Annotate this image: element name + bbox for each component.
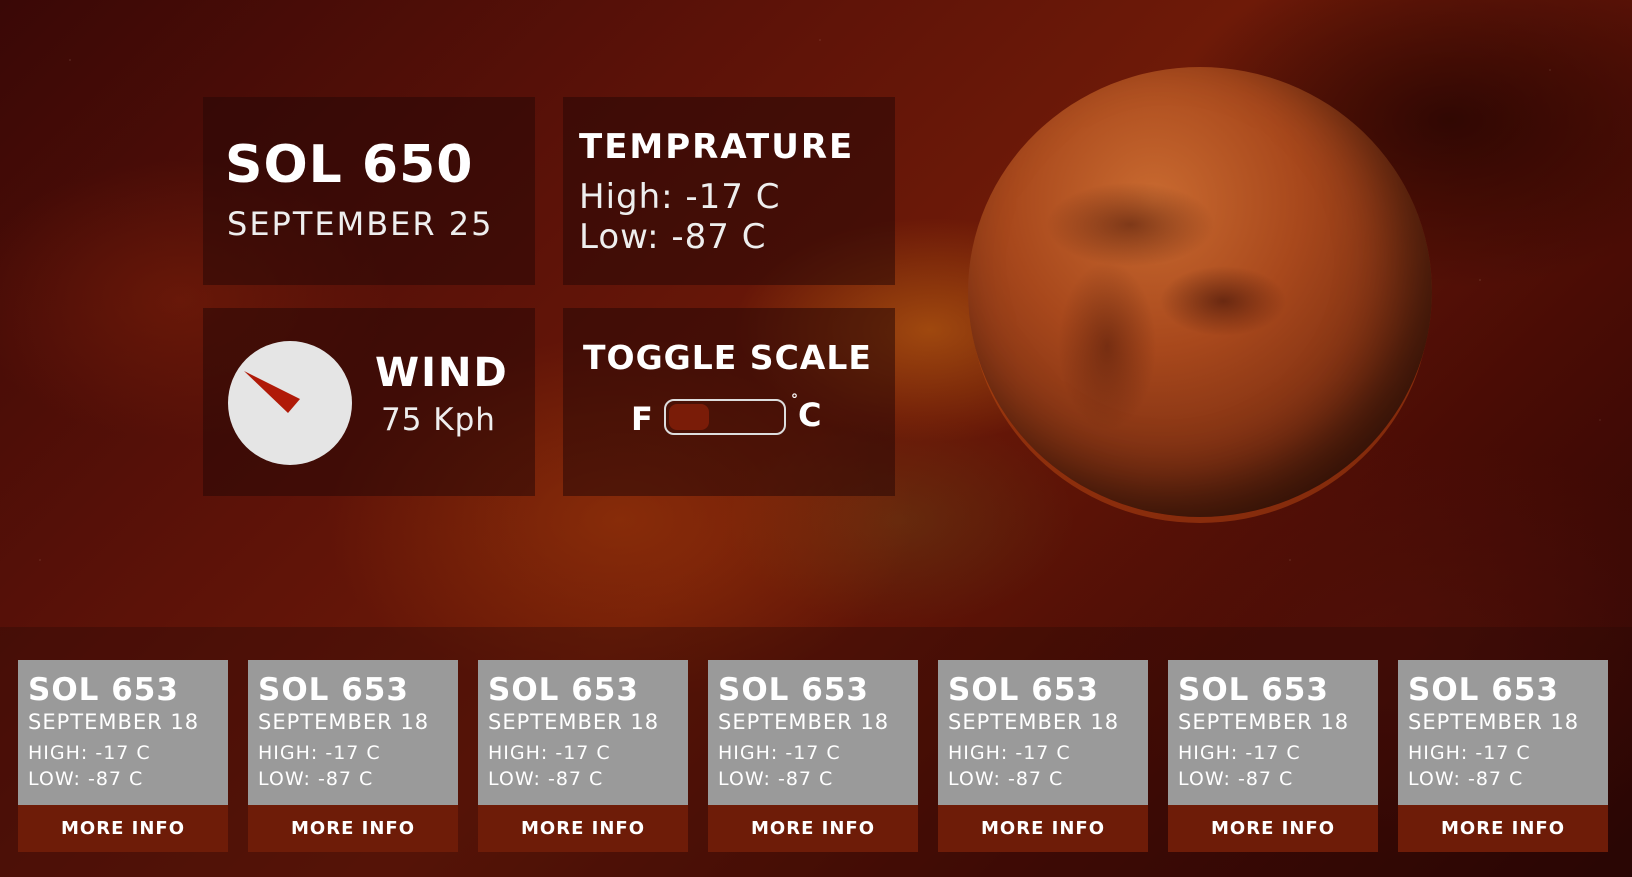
forecast-card: SOL 653 SEPTEMBER 18 HIGH: -17 C LOW: -8… (938, 660, 1148, 852)
temperature-scale-toggle[interactable] (664, 399, 786, 435)
forecast-card-body: SOL 653 SEPTEMBER 18 HIGH: -17 C LOW: -8… (1168, 660, 1378, 805)
forecast-high: HIGH: -17 C (488, 742, 611, 764)
forecast-high: HIGH: -17 C (718, 742, 841, 764)
forecast-sol: SOL 653 (1178, 672, 1329, 708)
forecast-sol: SOL 653 (1408, 672, 1559, 708)
more-info-button[interactable]: MORE INFO (708, 805, 918, 852)
forecast-date: SEPTEMBER 18 (948, 710, 1120, 734)
forecast-sol: SOL 653 (258, 672, 409, 708)
forecast-high: HIGH: -17 C (948, 742, 1071, 764)
forecast-sol: SOL 653 (718, 672, 869, 708)
forecast-low: LOW: -87 C (1178, 768, 1294, 790)
wind-panel: WIND 75 Kph (203, 308, 535, 496)
toggle-knob[interactable] (669, 404, 709, 430)
temperature-panel: TEMPRATURE High: -17 C Low: -87 C (563, 97, 895, 285)
forecast-low: LOW: -87 C (258, 768, 374, 790)
current-sol-date: SEPTEMBER 25 (227, 205, 494, 243)
forecast-card: SOL 653 SEPTEMBER 18 HIGH: -17 C LOW: -8… (1398, 660, 1608, 852)
temperature-low: Low: -87 C (579, 217, 767, 257)
forecast-date: SEPTEMBER 18 (488, 710, 660, 734)
mars-planet-image (968, 67, 1432, 517)
temperature-high: High: -17 C (579, 177, 781, 217)
forecast-low: LOW: -87 C (488, 768, 604, 790)
forecast-high: HIGH: -17 C (258, 742, 381, 764)
forecast-card: SOL 653 SEPTEMBER 18 HIGH: -17 C LOW: -8… (248, 660, 458, 852)
forecast-date: SEPTEMBER 18 (1178, 710, 1350, 734)
forecast-low: LOW: -87 C (28, 768, 144, 790)
more-info-button[interactable]: MORE INFO (938, 805, 1148, 852)
toggle-scale-panel: TOGGLE SCALE F °C (563, 308, 895, 496)
forecast-sol: SOL 653 (948, 672, 1099, 708)
forecast-date: SEPTEMBER 18 (28, 710, 200, 734)
toggle-scale-title: TOGGLE SCALE (583, 338, 872, 377)
forecast-card: SOL 653 SEPTEMBER 18 HIGH: -17 C LOW: -8… (478, 660, 688, 852)
more-info-button[interactable]: MORE INFO (248, 805, 458, 852)
current-sol-title: SOL 650 (225, 135, 474, 195)
forecast-date: SEPTEMBER 18 (718, 710, 890, 734)
forecast-date: SEPTEMBER 18 (258, 710, 430, 734)
forecast-card: SOL 653 SEPTEMBER 18 HIGH: -17 C LOW: -8… (1168, 660, 1378, 852)
temperature-title: TEMPRATURE (579, 127, 855, 167)
forecast-card-body: SOL 653 SEPTEMBER 18 HIGH: -17 C LOW: -8… (938, 660, 1148, 805)
forecast-low: LOW: -87 C (1408, 768, 1524, 790)
compass-icon (228, 341, 352, 465)
forecast-card-body: SOL 653 SEPTEMBER 18 HIGH: -17 C LOW: -8… (708, 660, 918, 805)
forecast-card-body: SOL 653 SEPTEMBER 18 HIGH: -17 C LOW: -8… (478, 660, 688, 805)
forecast-date: SEPTEMBER 18 (1408, 710, 1580, 734)
celsius-letter: C (798, 396, 822, 434)
forecast-card-body: SOL 653 SEPTEMBER 18 HIGH: -17 C LOW: -8… (18, 660, 228, 805)
fahrenheit-label: F (631, 400, 653, 438)
forecast-card-body: SOL 653 SEPTEMBER 18 HIGH: -17 C LOW: -8… (248, 660, 458, 805)
forecast-high: HIGH: -17 C (28, 742, 151, 764)
wind-speed: 75 Kph (381, 402, 496, 438)
forecast-card-body: SOL 653 SEPTEMBER 18 HIGH: -17 C LOW: -8… (1398, 660, 1608, 805)
forecast-sol: SOL 653 (488, 672, 639, 708)
forecast-high: HIGH: -17 C (1408, 742, 1531, 764)
celsius-label: °C (791, 392, 822, 434)
forecast-card: SOL 653 SEPTEMBER 18 HIGH: -17 C LOW: -8… (708, 660, 918, 852)
degree-symbol: ° (791, 392, 798, 408)
more-info-button[interactable]: MORE INFO (18, 805, 228, 852)
current-sol-panel: SOL 650 SEPTEMBER 25 (203, 97, 535, 285)
forecast-sol: SOL 653 (28, 672, 179, 708)
forecast-low: LOW: -87 C (948, 768, 1064, 790)
forecast-low: LOW: -87 C (718, 768, 834, 790)
forecast-high: HIGH: -17 C (1178, 742, 1301, 764)
forecast-card: SOL 653 SEPTEMBER 18 HIGH: -17 C LOW: -8… (18, 660, 228, 852)
more-info-button[interactable]: MORE INFO (1168, 805, 1378, 852)
more-info-button[interactable]: MORE INFO (478, 805, 688, 852)
wind-title: WIND (375, 350, 509, 396)
more-info-button[interactable]: MORE INFO (1398, 805, 1608, 852)
compass-needle-icon (244, 371, 300, 413)
